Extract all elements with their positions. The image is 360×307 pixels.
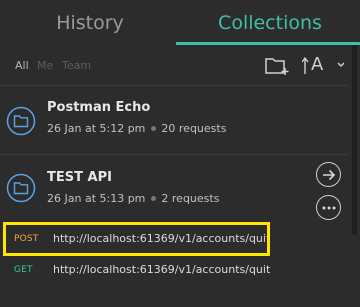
collection-name: Postman Echo [47, 100, 151, 115]
folder-icon [6, 173, 36, 203]
separator-dot [151, 196, 157, 201]
collection-name: TEST API [47, 170, 112, 185]
new-folder-icon[interactable] [265, 56, 291, 76]
sort-letter: A [311, 54, 324, 75]
request-url: http://localhost:61369/v1/accounts/quit [53, 263, 271, 276]
tab-bar: History Collections [0, 0, 360, 45]
collection-date: 26 Jan at 5:12 pm [47, 122, 146, 135]
collections-panel: History Collections All Me Team A Postma… [0, 0, 360, 307]
arrow-right-icon [322, 169, 335, 180]
filter-me[interactable]: Me [37, 59, 53, 72]
collection-meta: 26 Jan at 5:12 pm 20 requests [47, 122, 226, 135]
sort-button[interactable]: A [302, 54, 344, 76]
collection-request-count: 20 requests [161, 122, 227, 135]
filter-all[interactable]: All [15, 59, 29, 72]
collection-item-postman-echo[interactable]: Postman Echo 26 Jan at 5:12 pm 20 request… [0, 86, 348, 154]
request-item-get[interactable]: GET http://localhost:61369/v1/accounts/q… [0, 256, 348, 286]
highlight-box [3, 222, 270, 256]
open-collection-button[interactable] [316, 162, 341, 187]
folder-icon [6, 106, 36, 136]
collection-item-test-api[interactable]: TEST API 26 Jan at 5:13 pm 2 requests [0, 155, 348, 221]
tab-collections[interactable]: Collections [176, 0, 360, 45]
collection-request-count: 2 requests [161, 192, 220, 205]
collection-meta: 26 Jan at 5:13 pm 2 requests [47, 192, 219, 205]
tab-history[interactable]: History [0, 0, 180, 45]
more-options-button[interactable] [316, 195, 341, 220]
more-icon [322, 206, 335, 209]
collection-date: 26 Jan at 5:13 pm [47, 192, 146, 205]
scrollbar-thumb[interactable] [352, 45, 357, 235]
method-badge: GET [14, 265, 33, 275]
separator-dot [151, 126, 157, 131]
filter-team[interactable]: Team [62, 59, 91, 72]
